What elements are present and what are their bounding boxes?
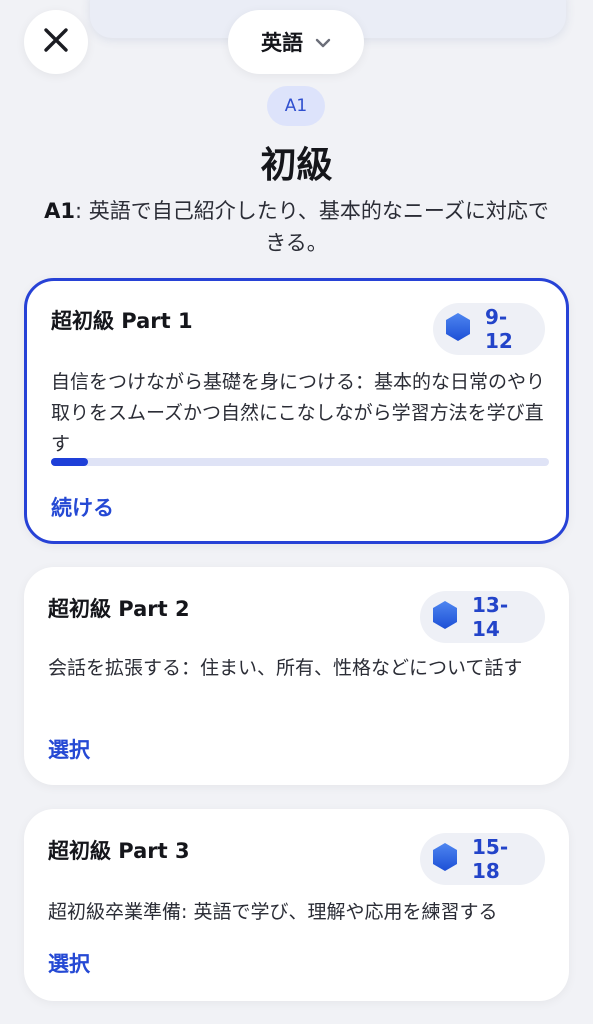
chevron-down-icon xyxy=(315,33,331,52)
course-title: 超初級 Part 2 xyxy=(48,597,190,621)
level-description-text: : 英語で自己紹介したり、基本的なニーズに対応できる。 xyxy=(75,199,549,255)
course-card-part-3[interactable]: 超初級 Part 3 15-18 超初級卒業準備: 英語で学び、理解や応用を練習… xyxy=(24,809,569,1001)
language-label: 英語 xyxy=(261,31,303,55)
course-title: 超初級 Part 1 xyxy=(51,309,193,333)
lesson-range: 15-18 xyxy=(472,835,509,883)
continue-button[interactable]: 続ける xyxy=(51,492,114,522)
close-icon xyxy=(43,27,69,57)
select-button[interactable]: 選択 xyxy=(48,948,90,978)
progress-bar-fill xyxy=(51,458,89,466)
course-card-part-1[interactable]: 超初級 Part 1 9-12 自信をつけながら基礎を身につける：基本的な日常の… xyxy=(24,278,569,544)
course-description: 超初級卒業準備: 英語で学び、理解や応用を練習する xyxy=(48,901,498,923)
course-description: 自信をつけながら基礎を身につける：基本的な日常のやり取りをスムーズかつ自然にこな… xyxy=(51,371,546,455)
level-badge: A1 xyxy=(267,86,325,126)
lesson-range-badge: 9-12 xyxy=(433,303,545,355)
lesson-range-badge: 13-14 xyxy=(420,591,545,643)
hexagon-icon xyxy=(445,312,471,346)
language-selector[interactable]: 英語 xyxy=(228,10,364,74)
lesson-range: 9-12 xyxy=(485,305,513,353)
hexagon-icon xyxy=(432,600,458,634)
progress-bar xyxy=(51,458,549,466)
course-selection-screen: 英語 A1 初級 A1: 英語で自己紹介したり、基本的なニーズに対応できる。 超… xyxy=(0,0,593,1024)
hexagon-icon xyxy=(432,842,458,876)
select-button[interactable]: 選択 xyxy=(48,734,90,764)
close-button[interactable] xyxy=(24,10,88,74)
course-card-part-2[interactable]: 超初級 Part 2 13-14 会話を拡張する：住まい、所有、性格などについて… xyxy=(24,567,569,785)
lesson-range: 13-14 xyxy=(472,593,509,641)
level-description: A1: 英語で自己紹介したり、基本的なニーズに対応できる。 xyxy=(40,195,553,259)
lesson-range-badge: 15-18 xyxy=(420,833,545,885)
course-title: 超初級 Part 3 xyxy=(48,839,190,863)
level-description-code: A1 xyxy=(44,199,75,223)
level-title: 初級 xyxy=(260,145,333,186)
course-description: 会話を拡張する：住まい、所有、性格などについて話す xyxy=(48,657,523,679)
